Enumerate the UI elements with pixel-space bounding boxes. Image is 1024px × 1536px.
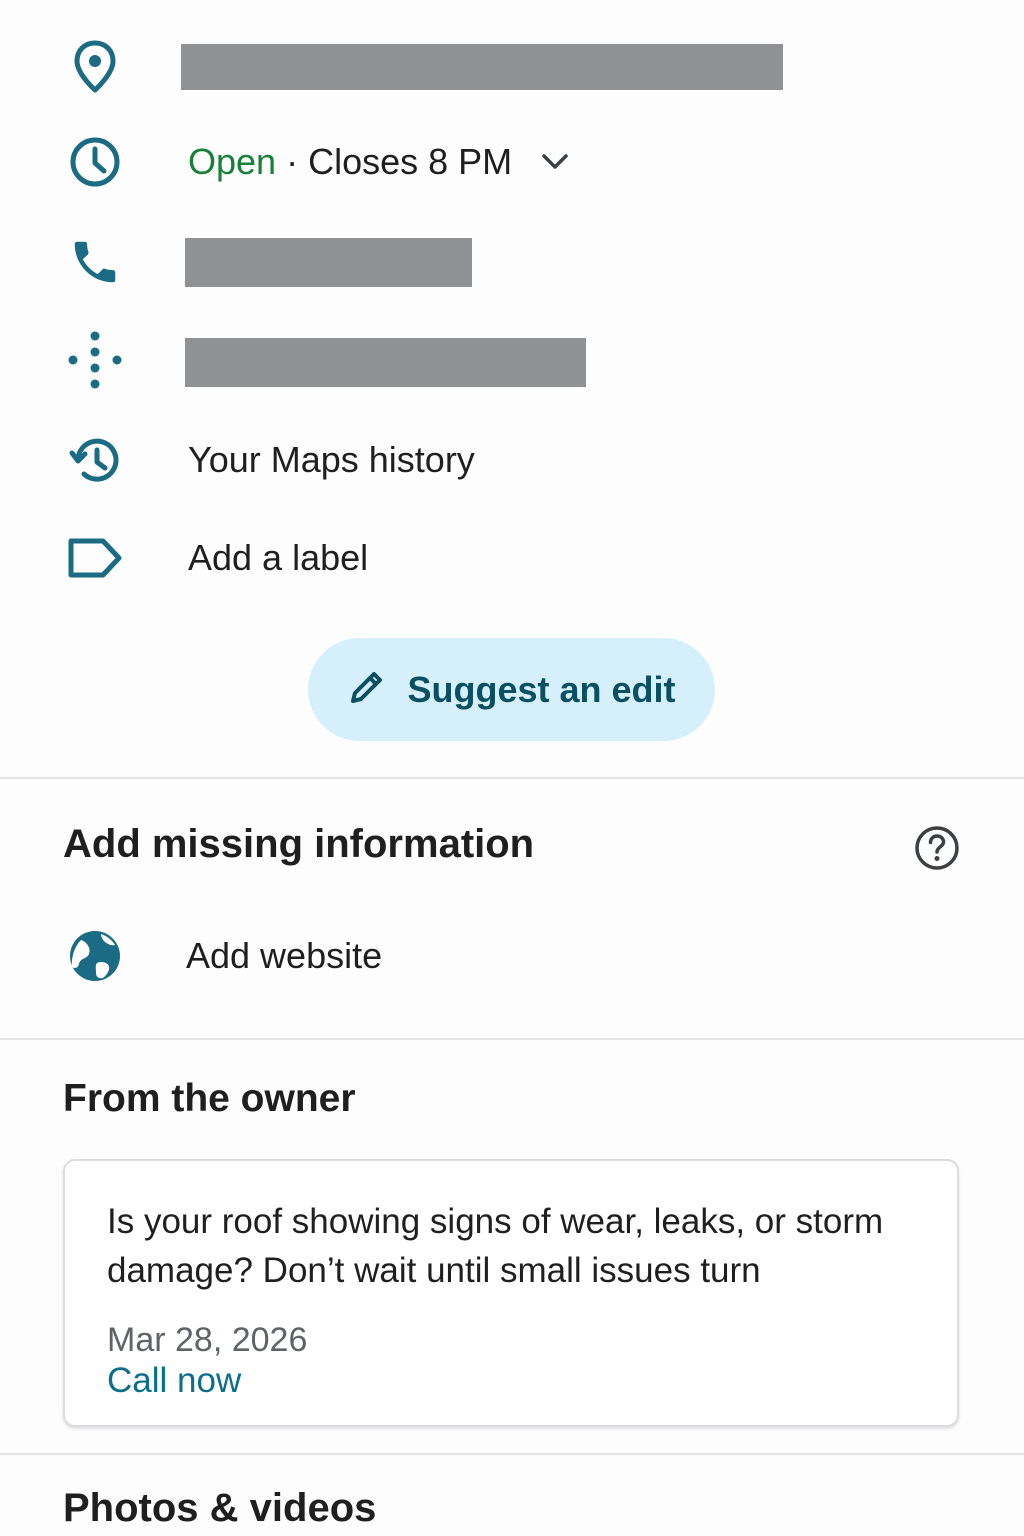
label-icon bbox=[60, 528, 130, 588]
globe-icon bbox=[60, 926, 130, 986]
owner-post-date: Mar 28, 2026 bbox=[107, 1321, 308, 1359]
pencil-icon bbox=[347, 663, 387, 716]
clock-icon bbox=[60, 132, 130, 192]
history-icon bbox=[60, 430, 130, 490]
owner-post-text: Is your roof showing signs of wear, leak… bbox=[107, 1202, 884, 1290]
missing-info-title: Add missing information bbox=[63, 822, 535, 866]
plus-code-row[interactable] bbox=[0, 315, 1024, 405]
suggest-edit-label: Suggest an edit bbox=[407, 668, 676, 710]
add-website-row[interactable]: Add website bbox=[0, 911, 1024, 1001]
owner-section-title: From the owner bbox=[63, 1077, 356, 1120]
chevron-down-icon[interactable] bbox=[538, 145, 572, 179]
plus-code-redacted bbox=[185, 338, 586, 387]
phone-row[interactable] bbox=[0, 217, 1024, 307]
suggest-edit-button[interactable]: Suggest an edit bbox=[308, 638, 715, 741]
hours-separator: · bbox=[286, 141, 299, 182]
address-row[interactable] bbox=[0, 22, 1024, 112]
section-divider bbox=[0, 1038, 1024, 1040]
call-now-link[interactable]: Call now bbox=[107, 1361, 241, 1401]
add-label-text: Add a label bbox=[188, 537, 369, 578]
maps-history-row[interactable]: Your Maps history bbox=[0, 415, 1024, 505]
open-status: Open bbox=[188, 141, 277, 182]
closing-time: Closes 8 PM bbox=[308, 141, 513, 182]
section-divider bbox=[0, 777, 1024, 779]
add-website-label: Add website bbox=[186, 935, 383, 976]
place-details-page: Open · Closes 8 PM Your Maps history Add… bbox=[0, 0, 1024, 1536]
section-divider bbox=[0, 1453, 1024, 1455]
photos-section-title: Photos & videos bbox=[63, 1486, 377, 1530]
address-redacted bbox=[181, 44, 783, 90]
phone-redacted bbox=[185, 238, 472, 287]
phone-icon bbox=[60, 232, 130, 292]
location-pin-icon bbox=[60, 37, 130, 97]
help-icon[interactable] bbox=[912, 823, 962, 873]
plus-code-icon bbox=[60, 330, 130, 390]
owner-post-card[interactable]: Is your roof showing signs of wear, leak… bbox=[63, 1159, 959, 1427]
hours-row[interactable]: Open · Closes 8 PM bbox=[0, 117, 1024, 207]
add-label-row[interactable]: Add a label bbox=[0, 513, 1024, 603]
hours-summary: Open · Closes 8 PM bbox=[188, 117, 512, 207]
maps-history-label: Your Maps history bbox=[188, 439, 475, 480]
